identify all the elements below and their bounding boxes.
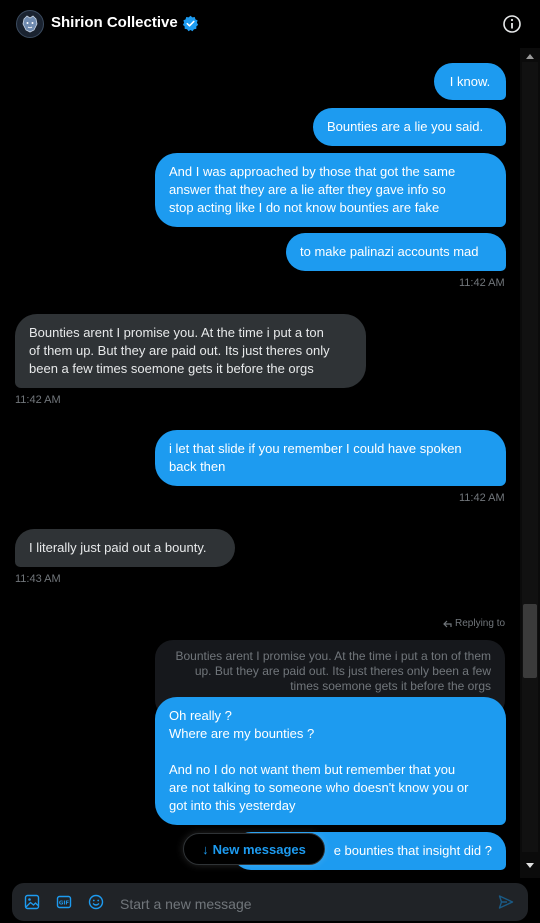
message-timestamp: 11:42 AM (15, 394, 61, 406)
message-text: Oh really ? Where are my bounties ? And … (169, 708, 469, 813)
message-text: e bounties that insight did ? (333, 843, 492, 858)
conversation-header: Shirion Collective (0, 0, 540, 48)
message-text: I know. (449, 74, 491, 89)
message-timestamp: 11:42 AM (459, 492, 505, 504)
gif-icon[interactable]: GIF (56, 894, 72, 910)
message-bubble-outgoing[interactable]: I know. (434, 63, 506, 100)
svg-text:GIF: GIF (59, 901, 70, 907)
message-bubble-incoming[interactable]: Bounties arent I promise you. At the tim… (15, 314, 366, 388)
message-bubble-outgoing[interactable]: i let that slide if you remember I could… (155, 430, 506, 486)
message-text: Bounties arent I promise you. At the tim… (29, 325, 330, 376)
emoji-icon[interactable] (88, 894, 104, 910)
replying-to-label: Replying to (455, 618, 506, 629)
message-bubble-outgoing[interactable]: Bounties are a lie you said. (313, 108, 506, 146)
send-icon[interactable] (498, 894, 514, 910)
arrow-down-icon: ↓ (202, 841, 209, 857)
message-text: i let that slide if you remember I could… (169, 441, 462, 474)
quoted-message-text: Bounties arent I promise you. At the tim… (175, 649, 491, 693)
new-messages-label: New messages (212, 841, 306, 857)
info-icon[interactable] (502, 14, 522, 34)
scroll-up-arrow-icon[interactable] (525, 52, 535, 60)
message-text: I literally just paid out a bounty. (29, 540, 207, 555)
message-text: to make palinazi accounts mad (300, 244, 479, 259)
verified-badge-icon (182, 15, 199, 32)
message-bubble-incoming[interactable]: I literally just paid out a bounty. (15, 529, 235, 567)
image-icon[interactable] (24, 894, 40, 910)
new-messages-button[interactable]: ↓ New messages (183, 833, 325, 865)
message-text: Bounties are a lie you said. (327, 119, 484, 134)
message-timestamp: 11:43 AM (15, 573, 61, 585)
message-bubble-outgoing[interactable]: And I was approached by those that got t… (155, 153, 506, 227)
message-bubble-outgoing[interactable]: to make palinazi accounts mad (286, 233, 506, 271)
scrollbar-track[interactable] (522, 62, 538, 852)
scrollbar-thumb[interactable] (523, 604, 537, 678)
scroll-down-arrow-icon[interactable] (525, 862, 535, 870)
lion-logo-icon (18, 12, 42, 36)
message-text: And I was approached by those that got t… (169, 164, 456, 215)
reply-arrow-icon (443, 620, 452, 628)
avatar[interactable] (16, 10, 44, 38)
conversation-title[interactable]: Shirion Collective (51, 14, 178, 31)
message-timestamp: 11:42 AM (459, 277, 505, 289)
message-input[interactable] (118, 890, 482, 918)
message-bubble-outgoing[interactable]: Oh really ? Where are my bounties ? And … (155, 697, 506, 825)
